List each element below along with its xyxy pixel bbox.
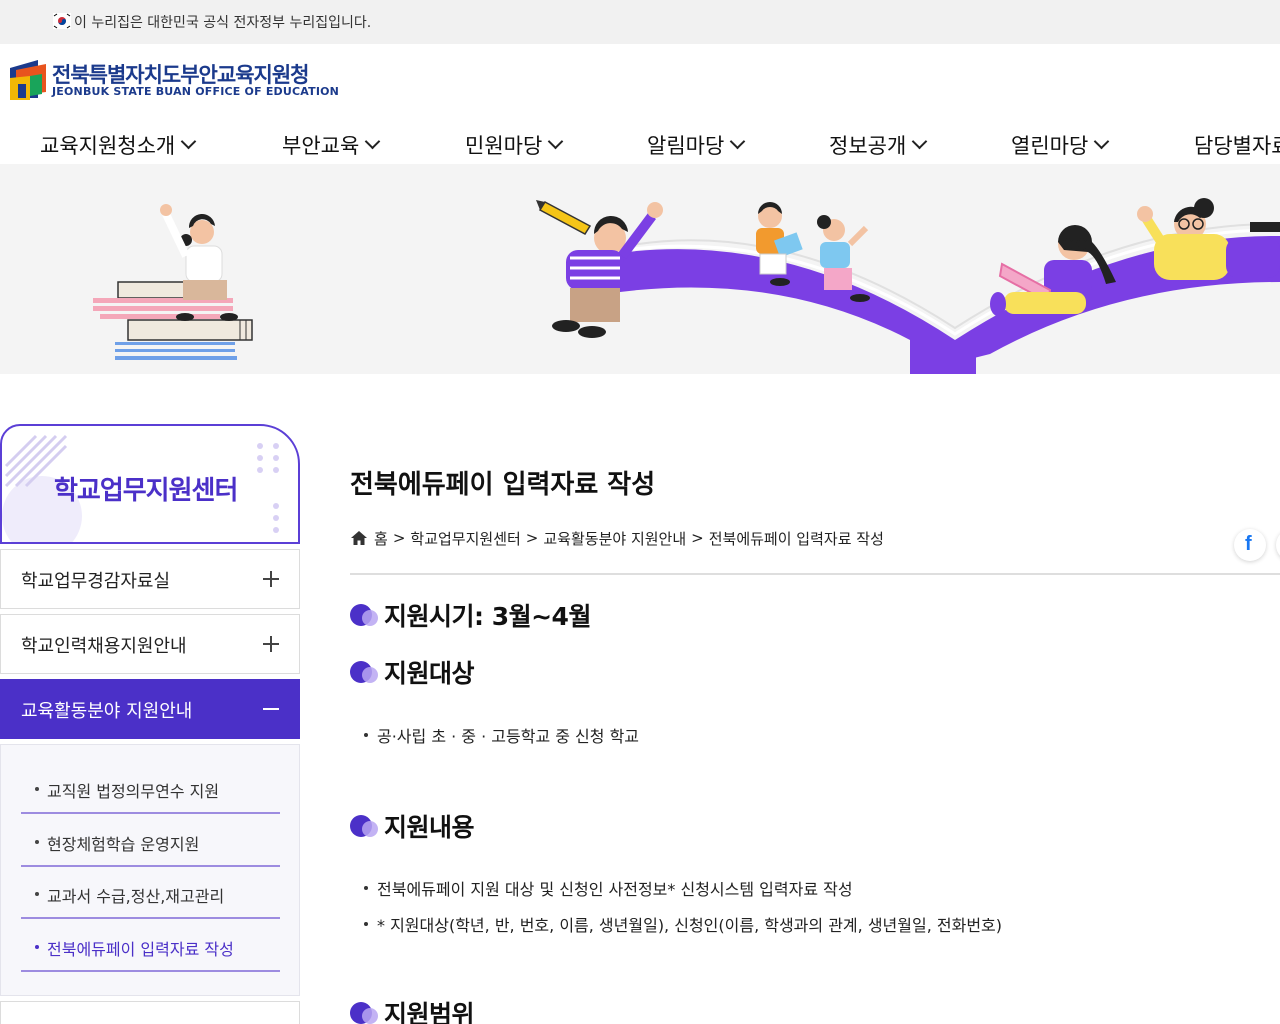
nav-label: 정보공개: [829, 134, 907, 158]
nav-item-open-forum[interactable]: 열린마당: [1011, 130, 1110, 164]
gov-banner-text: 이 누리집은 대한민국 공식 전자정부 누리집입니다.: [74, 15, 372, 31]
chevron-down-icon: [912, 133, 928, 150]
list-item: * 지원대상(학년, 반, 번호, 이름, 생년월일), 신청인(이름, 학생과…: [364, 912, 1002, 936]
chevron-down-icon: [180, 133, 197, 150]
main-content: 전북에듀페이 입력자료 작성 홈 > 학교업무지원센터 > 교육활동분야 지원안…: [350, 424, 1280, 1024]
section-bullet-icon: [350, 660, 378, 684]
korea-flag-icon: [53, 13, 71, 29]
section-heading-scope: 지원범위: [350, 996, 475, 1024]
list-item-text: 전북에듀페이 지원 대상 및 신청인 사전정보* 신청시스템 입력자료 작성: [377, 880, 853, 899]
chevron-down-icon: [548, 133, 564, 150]
breadcrumb-separator: >: [525, 529, 539, 547]
sidebar-item-workload-reduction[interactable]: 학교업무경감자료실: [0, 549, 300, 609]
sidebar-item-staff-hiring[interactable]: 학교인력채용지원안내: [0, 614, 300, 674]
logo-title-english: JEONBUK STATE BUAN OFFICE OF EDUCATION: [52, 85, 340, 98]
sidebar-title: 학교업무지원센터: [54, 476, 238, 506]
list-item: 공·사립 초 · 중 · 고등학교 중 신청 학교: [364, 723, 639, 747]
nav-item-civil-service[interactable]: 민원마당: [465, 130, 564, 164]
submenu-label: 교직원 법정의무연수 지원: [47, 782, 220, 801]
plus-icon: [263, 571, 279, 587]
submenu-item-textbook[interactable]: 교과서 수급,정산,재고관리: [21, 866, 280, 919]
nav-item-buan-education[interactable]: 부안교육: [282, 130, 381, 164]
submenu-label: 전북에듀페이 입력자료 작성: [47, 940, 234, 959]
facebook-share-button[interactable]: f: [1234, 529, 1266, 561]
nav-label: 교육지원청소개: [40, 134, 176, 158]
submenu-item-field-trip[interactable]: 현장체험학습 운영지원: [21, 814, 280, 867]
submenu-label: 현장체험학습 운영지원: [47, 835, 200, 854]
section-heading-text: 지원시기: 3월~4월: [384, 602, 591, 631]
breadcrumb-separator: >: [691, 529, 704, 547]
section-bullet-icon: [350, 1001, 378, 1024]
chevron-down-icon: [730, 133, 746, 150]
share-button[interactable]: [1276, 529, 1280, 561]
sidebar-item-education-activity[interactable]: 교육활동분야 지원안내: [0, 679, 300, 739]
nav-item-office-intro[interactable]: 교육지원청소개: [40, 130, 197, 164]
sidebar-title-box: 학교업무지원센터: [0, 424, 300, 544]
nav-label: 열린마당: [1011, 134, 1089, 158]
sidebar-item-label: 학교인력채용지원안내: [21, 636, 187, 657]
bullet-icon: [35, 945, 39, 949]
breadcrumb: 홈 > 학교업무지원센터 > 교육활동분야 지원안내 > 전북에듀페이 입력자료…: [350, 528, 884, 548]
section-heading-text: 지원대상: [384, 659, 475, 688]
book-stack-illustration: [93, 281, 253, 360]
section-heading-target: 지원대상: [350, 655, 475, 689]
minus-icon: [263, 701, 279, 717]
banner-illustration: [93, 198, 1280, 374]
section-heading-text: 지원범위: [384, 1000, 475, 1024]
nav-label: 알림마당: [647, 134, 725, 158]
facebook-icon: f: [1245, 533, 1252, 555]
breadcrumb-item[interactable]: 교육활동분야 지원안내: [543, 528, 686, 549]
home-icon[interactable]: [350, 530, 368, 546]
child-figure-left: [160, 204, 238, 321]
nav-item-notices[interactable]: 알림마당: [647, 130, 746, 164]
sidebar-item-label: 학교업무경감자료실: [21, 571, 171, 592]
bullet-icon: [35, 787, 39, 791]
sidebar-item-next[interactable]: [0, 1001, 300, 1024]
site-header: 전북특별자치도부안교육지원청 JEONBUK STATE BUAN OFFICE…: [0, 44, 1280, 164]
list-item-text: * 지원대상(학년, 반, 번호, 이름, 생년월일), 신청인(이름, 학생과…: [377, 916, 1002, 935]
bullet-icon: [35, 892, 39, 896]
list-item-text: 공·사립 초 · 중 · 고등학교 중 신청 학교: [377, 727, 640, 746]
nav-item-department-data[interactable]: 담당별자료: [1194, 130, 1280, 164]
bullet-icon: [35, 840, 39, 844]
nav-label: 민원마당: [465, 134, 543, 158]
waving-kid-figure: [1137, 198, 1280, 280]
divider: [350, 573, 1280, 575]
breadcrumb-current: 전북에듀페이 입력자료 작성: [708, 529, 884, 548]
gov-banner: 이 누리집은 대한민국 공식 전자정부 누리집입니다.: [0, 0, 1280, 44]
section-bullet-icon: [350, 603, 378, 627]
section-heading-period: 지원시기: 3월~4월: [350, 598, 591, 632]
breadcrumb-item[interactable]: 학교업무지원센터: [410, 528, 520, 549]
visual-banner: [0, 164, 1280, 374]
section-heading-text: 지원내용: [384, 813, 475, 842]
section-bullet-icon: [350, 814, 378, 838]
submenu-item-mandatory-training[interactable]: 교직원 법정의무연수 지원: [21, 761, 280, 814]
sidebar-submenu: 교직원 법정의무연수 지원 현장체험학습 운영지원 교과서 수급,정산,재고관리…: [0, 744, 300, 996]
office-emblem-icon: [10, 60, 46, 100]
breadcrumb-home[interactable]: 홈: [374, 528, 388, 549]
section-heading-content: 지원내용: [350, 809, 475, 843]
plus-icon: [263, 636, 279, 652]
chevron-down-icon: [1094, 133, 1110, 150]
breadcrumb-separator: >: [392, 529, 406, 547]
submenu-item-edupay[interactable]: 전북에듀페이 입력자료 작성: [21, 919, 280, 972]
nav-label: 부안교육: [282, 134, 360, 158]
main-navigation: 교육지원청소개 부안교육 민원마당 알림마당 정보공개 열린마당 담당별자료: [0, 130, 1280, 164]
chevron-down-icon: [365, 133, 381, 150]
page-title: 전북에듀페이 입력자료 작성: [350, 470, 656, 500]
sidebar-item-label: 교육활동분야 지원안내: [21, 701, 193, 722]
nav-label: 담당별자료: [1194, 134, 1280, 158]
site-logo[interactable]: 전북특별자치도부안교육지원청 JEONBUK STATE BUAN OFFICE…: [8, 58, 339, 104]
nav-item-information[interactable]: 정보공개: [829, 130, 928, 164]
submenu-label: 교과서 수급,정산,재고관리: [47, 887, 225, 906]
list-item: 전북에듀페이 지원 대상 및 신청인 사전정보* 신청시스템 입력자료 작성: [364, 876, 853, 900]
